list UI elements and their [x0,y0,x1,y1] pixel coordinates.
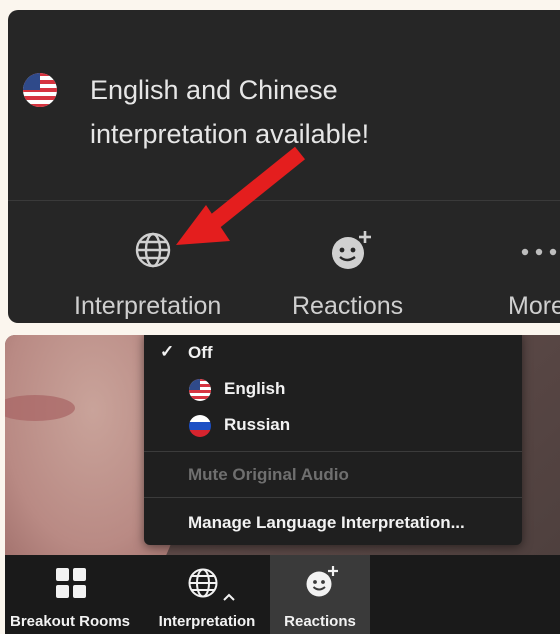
globe-icon [135,232,171,268]
smiley-plus-icon [306,566,338,597]
smiley-plus-icon [332,231,371,269]
menu-item-english-label: English [224,379,286,398]
menu-divider [144,451,522,452]
breakout-rooms-label: Breakout Rooms [9,613,131,630]
meeting-view: ✓ Off English Russian Mute Original Audi… [5,335,560,634]
more-button[interactable]: More [504,225,560,323]
russian-flag-icon [189,415,211,437]
interpretation-button[interactable]: Interpretation [68,225,248,323]
interpretation-button[interactable]: Interpretation [145,555,269,634]
reactions-button[interactable]: Reactions [270,555,370,634]
more-label: More [508,292,560,320]
menu-item-mute-original-audio: Mute Original Audio [144,457,522,493]
menu-divider [144,497,522,498]
meeting-toolbar: Breakout Rooms Interpretation Reactions [5,555,560,634]
mute-original-audio-label: Mute Original Audio [188,465,349,484]
interpretation-menu: ✓ Off English Russian Mute Original Audi… [144,335,522,545]
reactions-label: Reactions [284,613,356,630]
globe-icon [188,568,218,598]
interpretation-label: Interpretation [158,613,256,630]
grid-icon [56,568,86,598]
reactions-button[interactable]: Reactions [288,225,418,323]
manage-language-interpretation-label: Manage Language Interpretation... [188,513,465,532]
menu-item-russian[interactable]: Russian [144,407,522,443]
interpretation-label: Interpretation [74,292,222,320]
menu-item-off-label: Off [188,343,213,362]
more-dots-icon [521,248,557,256]
checkmark-icon: ✓ [160,342,175,361]
us-flag-icon [189,379,211,401]
chevron-up-icon[interactable] [223,593,235,601]
notification-panel: English and Chinese interpretation avail… [8,10,560,323]
menu-item-manage-language-interpretation[interactable]: Manage Language Interpretation... [144,505,522,541]
menu-item-off[interactable]: ✓ Off [144,335,522,371]
menu-item-russian-label: Russian [224,415,291,434]
reactions-label: Reactions [292,292,404,320]
breakout-rooms-button[interactable]: Breakout Rooms [5,555,143,634]
menu-item-english[interactable]: English [144,371,522,407]
